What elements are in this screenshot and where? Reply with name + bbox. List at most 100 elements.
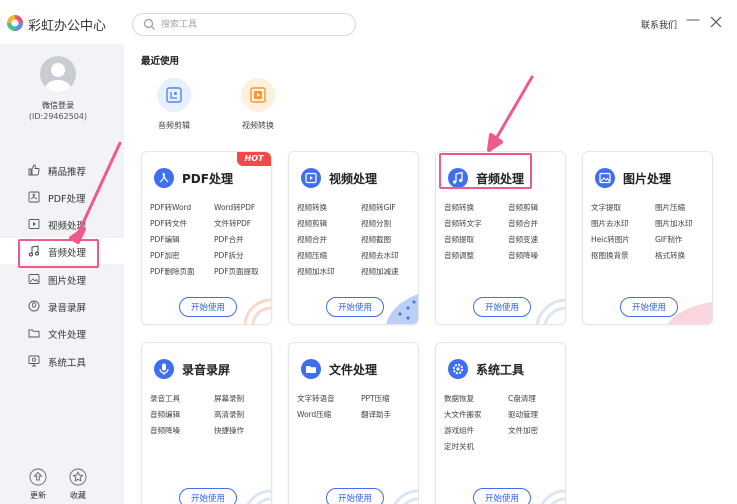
feature-item[interactable]: 音频降噪	[508, 250, 565, 261]
start-button[interactable]: 开始使用	[473, 297, 531, 317]
minimize-button[interactable]: —	[686, 12, 700, 32]
video-convert-icon	[241, 78, 275, 112]
feature-item[interactable]: 图片加水印	[655, 218, 712, 229]
hot-badge: HOT	[237, 152, 271, 166]
feature-item[interactable]: 音频降噪	[150, 425, 214, 436]
feature-item[interactable]: 录音工具	[150, 393, 214, 404]
tool-card-record[interactable]: 录音录屏 录音工具 屏幕录制 音频编辑 高清录制 音频降噪 快捷操作 开始使用	[141, 342, 272, 504]
sidebar-item-system[interactable]: 系统工具	[0, 348, 124, 374]
feature-item[interactable]: Heic转图片	[591, 234, 655, 245]
feature-item[interactable]: 视频加减速	[361, 266, 418, 277]
feature-item[interactable]: C盘清理	[508, 393, 565, 404]
feature-item[interactable]: 音频转文字	[444, 218, 508, 229]
feature-item[interactable]: PDF删除页面	[150, 266, 214, 277]
feature-item[interactable]: 格式转换	[655, 250, 712, 261]
feature-item[interactable]: 音频剪辑	[508, 202, 565, 213]
sidebar-item-record[interactable]: 录音录屏	[0, 293, 124, 319]
feature-item[interactable]: 视频转GIF	[361, 202, 418, 213]
card-title: PDF处理	[182, 172, 233, 186]
feature-item[interactable]: 音频变速	[508, 234, 565, 245]
feature-item[interactable]: PPT压缩	[361, 393, 418, 404]
start-button[interactable]: 开始使用	[179, 488, 237, 504]
sidebar-item-image[interactable]: 图片处理	[0, 266, 124, 292]
feature-item[interactable]: 游戏组件	[444, 425, 508, 436]
feature-list: 视频转换 视频转GIF 视频剪辑 视频分割 视频合并 视频截图 视频压缩 视频去…	[297, 202, 418, 277]
video-icon	[28, 219, 40, 229]
feature-item[interactable]: 图片去水印	[591, 218, 655, 229]
feature-item[interactable]: 屏幕录制	[214, 393, 271, 404]
feature-list: 文字提取 图片压缩 图片去水印 图片加水印 Heic转图片 GIF制作 抠图换背…	[591, 202, 712, 261]
feature-item[interactable]: 大文件搬家	[444, 409, 508, 420]
feature-item[interactable]: 数据恢复	[444, 393, 508, 404]
microphone-icon	[154, 359, 174, 379]
feature-item[interactable]: 音频提取	[444, 234, 508, 245]
sidebar-item-pdf[interactable]: PDF处理	[0, 184, 124, 210]
contact-us-link[interactable]: 联系我们	[641, 18, 677, 31]
feature-item[interactable]: 驱动管理	[508, 409, 565, 420]
feature-item[interactable]: 文件转PDF	[214, 218, 271, 229]
feature-item[interactable]: Word压缩	[297, 409, 361, 420]
search-input[interactable]	[161, 17, 341, 32]
favorites-button[interactable]: 收藏	[64, 468, 92, 501]
search-box[interactable]	[132, 13, 356, 36]
feature-item[interactable]: 音频编辑	[150, 409, 214, 420]
avatar[interactable]	[40, 56, 76, 92]
tool-card-video[interactable]: 视频处理 视频转换 视频转GIF 视频剪辑 视频分割 视频合并 视频截图 视频压…	[288, 151, 419, 325]
update-button[interactable]: 更新	[24, 468, 52, 501]
feature-item[interactable]: GIF制作	[655, 234, 712, 245]
start-button[interactable]: 开始使用	[179, 297, 237, 317]
sidebar-item-label: 图片处理	[48, 276, 87, 287]
feature-item[interactable]: 视频转换	[297, 202, 361, 213]
search-icon	[143, 18, 155, 30]
close-icon[interactable]	[708, 11, 724, 31]
feature-item[interactable]: PDF转文件	[150, 218, 214, 229]
feature-item[interactable]: 文件加密	[508, 425, 565, 436]
feature-item[interactable]: PDF合并	[214, 234, 271, 245]
feature-item[interactable]: PDF页面提取	[214, 266, 271, 277]
feature-list: 录音工具 屏幕录制 音频编辑 高清录制 音频降噪 快捷操作	[150, 393, 271, 436]
recent-item-audio-cut[interactable]: 音频剪辑	[144, 78, 204, 131]
feature-item[interactable]: 抠图换背景	[591, 250, 655, 261]
feature-item[interactable]: 音频调整	[444, 250, 508, 261]
sidebar-item-video[interactable]: 视频处理	[0, 211, 124, 237]
tool-card-image[interactable]: 图片处理 文字提取 图片压缩 图片去水印 图片加水印 Heic转图片 GIF制作…	[582, 151, 713, 325]
feature-list: 文字转语音 PPT压缩 Word压缩 翻译助手	[297, 393, 418, 420]
feature-item[interactable]: 视频压缩	[297, 250, 361, 261]
start-button[interactable]: 开始使用	[620, 297, 678, 317]
feature-item[interactable]: 视频分割	[361, 218, 418, 229]
feature-item[interactable]: 视频合并	[297, 234, 361, 245]
feature-item[interactable]: Word转PDF	[214, 202, 271, 213]
wechat-login-label[interactable]: 微信登录	[0, 100, 116, 111]
start-button[interactable]: 开始使用	[326, 297, 384, 317]
feature-item[interactable]: 快捷操作	[214, 425, 271, 436]
sidebar-item-recommended[interactable]: 精品推荐	[0, 157, 124, 183]
tool-card-file[interactable]: 文件处理 文字转语音 PPT压缩 Word压缩 翻译助手 开始使用	[288, 342, 419, 504]
feature-item[interactable]: 定时关机	[444, 441, 508, 452]
feature-item[interactable]: PDF转Word	[150, 202, 214, 213]
feature-item[interactable]: 高清录制	[214, 409, 271, 420]
user-icon	[45, 63, 71, 92]
feature-item[interactable]: 图片压缩	[655, 202, 712, 213]
feature-list: PDF转Word Word转PDF PDF转文件 文件转PDF PDF编辑 PD…	[150, 202, 271, 277]
feature-item[interactable]: 视频加水印	[297, 266, 361, 277]
feature-item[interactable]: 视频剪辑	[297, 218, 361, 229]
feature-item[interactable]: 翻译助手	[361, 409, 418, 420]
feature-item[interactable]: PDF编辑	[150, 234, 214, 245]
feature-item[interactable]: 文字转语音	[297, 393, 361, 404]
tool-card-system[interactable]: 系统工具 数据恢复 C盘清理 大文件搬家 驱动管理 游戏组件 文件加密 定时关机…	[435, 342, 566, 504]
sidebar-item-label: 精品推荐	[48, 167, 87, 178]
start-button[interactable]: 开始使用	[326, 488, 384, 504]
feature-item[interactable]: 视频去水印	[361, 250, 418, 261]
feature-item[interactable]: 文字提取	[591, 202, 655, 213]
tool-card-pdf[interactable]: HOT PDF处理 PDF转Word Word转PDF PDF转文件 文件转PD…	[141, 151, 272, 325]
sidebar-item-label: PDF处理	[48, 194, 86, 205]
feature-item[interactable]: 音频合并	[508, 218, 565, 229]
feature-item[interactable]: 音频转换	[444, 202, 508, 213]
start-button[interactable]: 开始使用	[473, 488, 531, 504]
feature-item[interactable]: PDF拆分	[214, 250, 271, 261]
feature-item[interactable]: 视频截图	[361, 234, 418, 245]
recent-item-video-convert[interactable]: 视频转换	[228, 78, 288, 131]
feature-item[interactable]: PDF加密	[150, 250, 214, 261]
sidebar-item-file[interactable]: 文件处理	[0, 320, 124, 346]
monitor-icon	[28, 355, 40, 367]
